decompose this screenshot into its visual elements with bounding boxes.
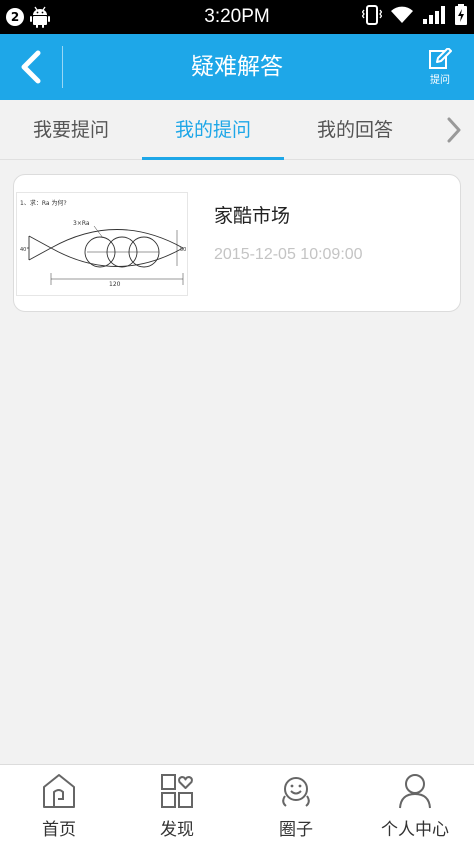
signal-icon xyxy=(422,5,446,29)
thumb-question-text: 1、求：Ra 为何? xyxy=(20,199,67,207)
nav-profile[interactable]: 个人中心 xyxy=(356,765,474,842)
ask-label: 提问 xyxy=(430,75,450,86)
wifi-icon xyxy=(390,5,414,29)
thumb-angle-label: 40° xyxy=(20,247,29,253)
tabs-next-button[interactable] xyxy=(442,115,466,145)
question-thumbnail: 1、求：Ra 为何? 3×Ra 120 50 40° xyxy=(16,192,188,296)
circle-icon xyxy=(282,777,310,807)
nav-home[interactable]: 首页 xyxy=(0,765,118,842)
tab-bar: 我要提问 我的提问 我的回答 xyxy=(0,100,474,160)
bottom-nav: 首页 发现 圈子 个人中心 xyxy=(0,764,474,842)
chevron-right-icon xyxy=(447,117,461,143)
app-header: 疑难解答 提问 xyxy=(0,34,474,100)
home-icon xyxy=(43,774,75,808)
tab-ask-question[interactable]: 我要提问 xyxy=(0,100,142,160)
tab-my-answers[interactable]: 我的回答 xyxy=(284,100,426,160)
active-tab-indicator xyxy=(142,157,284,160)
user-icon xyxy=(399,774,431,809)
status-bar: 2 3:20PM xyxy=(0,0,474,34)
nav-profile-label: 个人中心 xyxy=(381,820,449,840)
question-card[interactable]: 1、求：Ra 为何? 3×Ra 120 50 40° 家酷市场 2015-12-… xyxy=(13,174,461,312)
tab-my-questions[interactable]: 我的提问 xyxy=(142,100,284,160)
ask-question-button[interactable]: 提问 xyxy=(420,47,460,88)
edit-icon xyxy=(429,47,452,69)
nav-circle-label: 圈子 xyxy=(279,820,313,840)
question-timestamp: 2015-12-05 10:09:00 xyxy=(214,246,363,263)
discover-icon xyxy=(161,774,193,808)
thumb-height-label: 50 xyxy=(180,247,186,253)
thumb-width-label: 120 xyxy=(109,281,121,288)
question-title: 家酷市场 xyxy=(214,205,291,227)
nav-circle[interactable]: 圈子 xyxy=(237,765,355,842)
nav-discover-label: 发现 xyxy=(160,820,194,840)
vibrate-icon xyxy=(361,4,383,30)
battery-charging-icon xyxy=(454,4,468,30)
page-title: 疑难解答 xyxy=(191,54,283,80)
nav-discover[interactable]: 发现 xyxy=(118,765,236,842)
thumb-circles-label: 3×Ra xyxy=(73,220,90,227)
nav-home-label: 首页 xyxy=(42,820,76,840)
